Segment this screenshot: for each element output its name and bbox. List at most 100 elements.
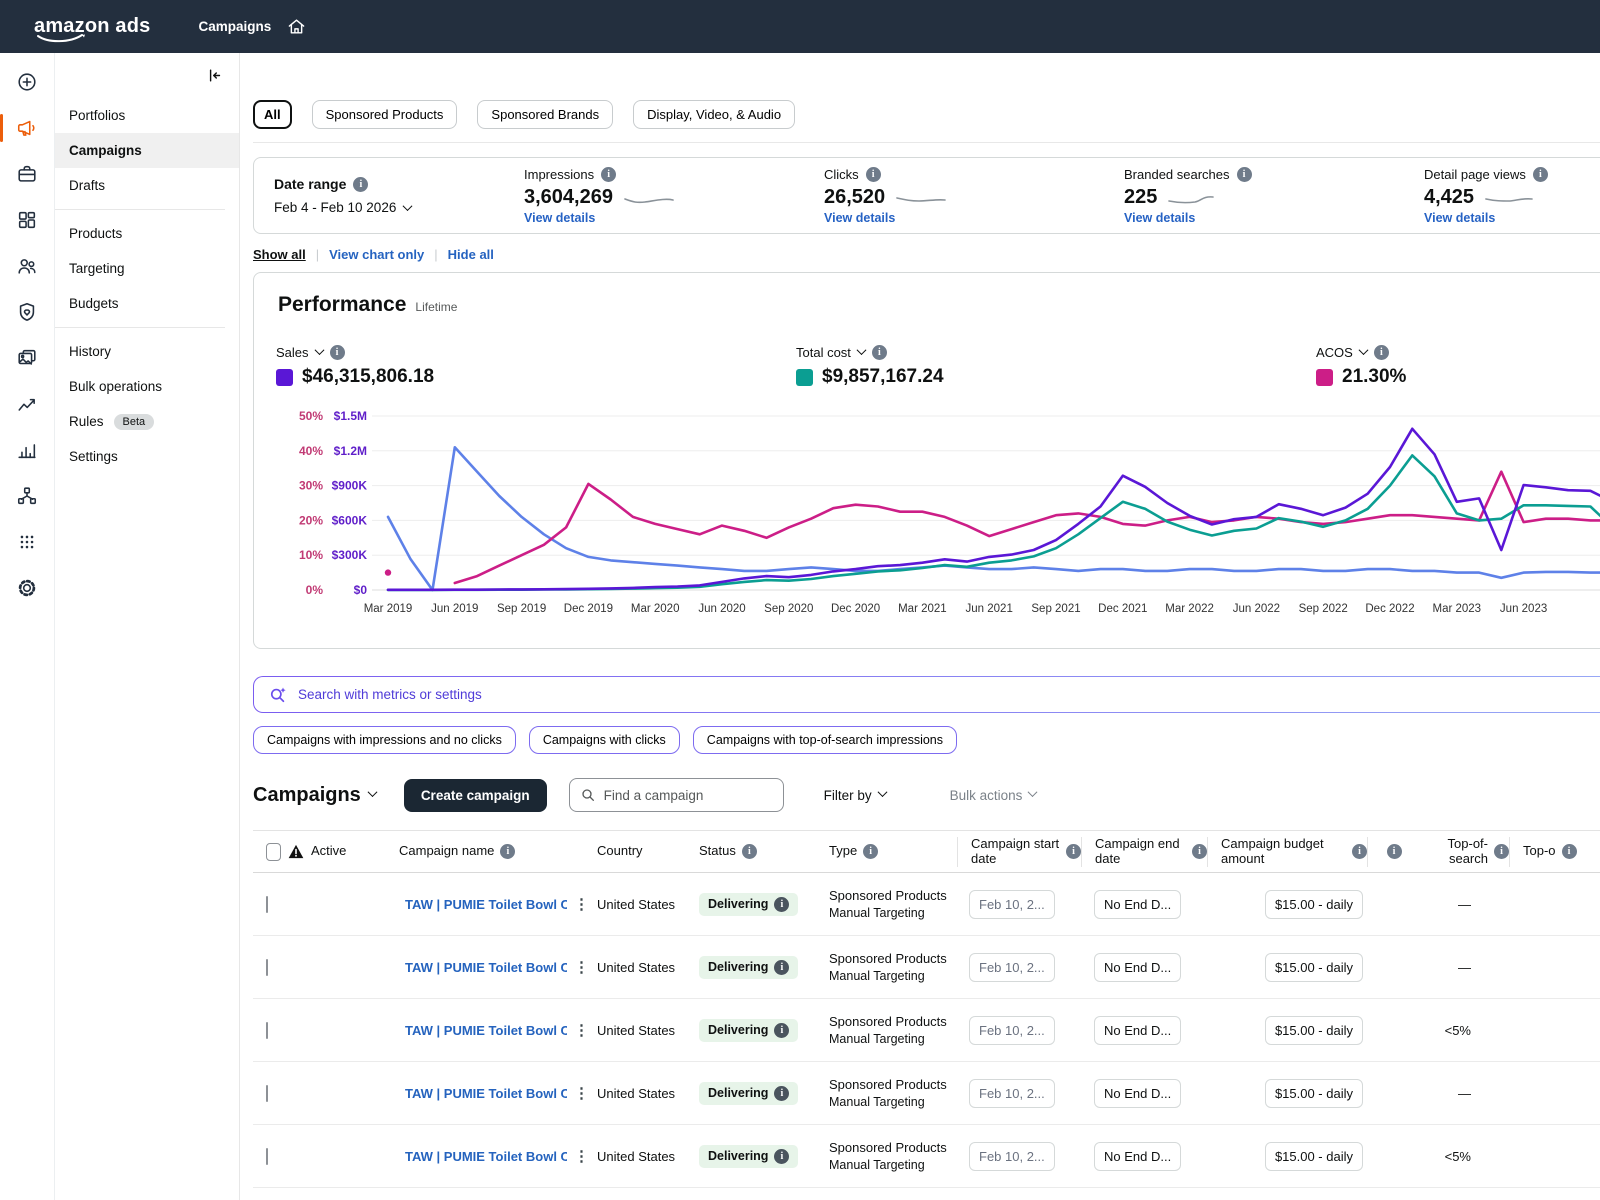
budget-box[interactable]: $15.00 - daily — [1265, 890, 1363, 919]
info-icon[interactable]: i — [500, 844, 515, 859]
view-chart-only-link[interactable]: View chart only — [329, 247, 424, 262]
sidebar-item-settings[interactable]: Settings — [55, 439, 239, 474]
tab-all[interactable]: All — [253, 100, 292, 129]
plus-circle-icon[interactable] — [0, 71, 55, 93]
sidebar-item-targeting[interactable]: Targeting — [55, 251, 239, 286]
info-icon[interactable]: i — [774, 1086, 789, 1101]
sidebar-item-bulk-operations[interactable]: Bulk operations — [55, 369, 239, 404]
date-range-picker[interactable]: Feb 4 - Feb 10 2026 — [274, 200, 524, 215]
legend-metric-dropdown[interactable]: Salesi — [276, 345, 434, 360]
kebab-menu-icon[interactable]: ⋮ — [574, 1149, 589, 1164]
info-icon[interactable]: i — [1494, 844, 1509, 859]
end-date-box[interactable]: No End D... — [1094, 1016, 1181, 1045]
collapse-sidebar-icon[interactable] — [55, 67, 239, 84]
sidebar-item-history[interactable]: History — [55, 334, 239, 369]
sidebar-item-drafts[interactable]: Drafts — [55, 168, 239, 203]
info-icon[interactable]: i — [774, 1149, 789, 1164]
budget-box[interactable]: $15.00 - daily — [1265, 953, 1363, 982]
home-icon[interactable] — [287, 17, 306, 36]
info-icon[interactable]: i — [872, 345, 887, 360]
info-icon[interactable]: i — [330, 345, 345, 360]
shield-heart-icon[interactable] — [0, 301, 55, 323]
tab-sponsored-brands[interactable]: Sponsored Brands — [477, 100, 613, 129]
kebab-menu-icon[interactable]: ⋮ — [574, 1023, 589, 1038]
info-icon[interactable]: i — [1192, 844, 1207, 859]
info-icon[interactable]: i — [1374, 345, 1389, 360]
filter-by-dropdown[interactable]: Filter by — [824, 788, 886, 803]
end-date-box[interactable]: No End D... — [1094, 890, 1181, 919]
sidebar-item-budgets[interactable]: Budgets — [55, 286, 239, 321]
legend-metric-dropdown[interactable]: ACOSi — [1316, 345, 1406, 360]
select-all-checkbox[interactable] — [266, 843, 281, 861]
create-campaign-button[interactable]: Create campaign — [404, 779, 547, 812]
campaign-name-link[interactable]: TAW | PUMIE Toilet Bowl Cle... — [405, 1086, 567, 1101]
end-date-box[interactable]: No End D... — [1094, 1142, 1181, 1171]
megaphone-icon[interactable] — [0, 117, 55, 139]
quick-filter-pill[interactable]: Campaigns with clicks — [529, 726, 680, 754]
quick-filter-pill[interactable]: Campaigns with top-of-search impressions — [693, 726, 957, 754]
sidebar-item-products[interactable]: Products — [55, 216, 239, 251]
campaign-name-link[interactable]: TAW | PUMIE Toilet Bowl Cle... — [405, 897, 567, 912]
row-checkbox[interactable] — [266, 1085, 268, 1102]
info-icon[interactable]: i — [1352, 844, 1367, 859]
bulk-actions-dropdown[interactable]: Bulk actions — [950, 788, 1037, 803]
campaign-name-link[interactable]: TAW | PUMIE Toilet Bowl Cle... — [405, 960, 567, 975]
sidebar-item-campaigns[interactable]: Campaigns — [55, 133, 239, 168]
view-details-link[interactable]: View details — [824, 211, 1124, 225]
info-icon[interactable]: i — [1562, 844, 1577, 859]
grid-icon[interactable] — [0, 209, 55, 231]
users-icon[interactable] — [0, 255, 55, 277]
info-icon[interactable]: i — [774, 1023, 789, 1038]
row-checkbox[interactable] — [266, 896, 268, 913]
view-details-link[interactable]: View details — [524, 211, 824, 225]
end-date-box[interactable]: No End D... — [1094, 1079, 1181, 1108]
network-icon[interactable] — [0, 485, 55, 507]
images-icon[interactable] — [0, 347, 55, 369]
find-campaign-input[interactable]: Find a campaign — [569, 778, 784, 812]
gear-icon[interactable] — [0, 577, 55, 599]
tab-sponsored-products[interactable]: Sponsored Products — [312, 100, 458, 129]
trend-line-icon[interactable] — [0, 393, 55, 415]
kebab-menu-icon[interactable]: ⋮ — [574, 960, 589, 975]
start-date-box[interactable]: Feb 10, 2... — [969, 953, 1055, 982]
info-icon[interactable]: i — [1533, 167, 1548, 182]
apps-grid-icon[interactable] — [0, 531, 55, 553]
budget-box[interactable]: $15.00 - daily — [1265, 1016, 1363, 1045]
start-date-box[interactable]: Feb 10, 2... — [969, 890, 1055, 919]
tab-display-video-audio[interactable]: Display, Video, & Audio — [633, 100, 795, 129]
campaign-name-link[interactable]: TAW | PUMIE Toilet Bowl Cle... — [405, 1149, 567, 1164]
row-checkbox[interactable] — [266, 959, 268, 976]
amazon-ads-logo[interactable]: amazon ads — [34, 15, 150, 38]
campaign-name-link[interactable]: TAW | PUMIE Toilet Bowl Cle... — [405, 1023, 567, 1038]
row-checkbox[interactable] — [266, 1022, 268, 1039]
briefcase-icon[interactable] — [0, 163, 55, 185]
kebab-menu-icon[interactable]: ⋮ — [574, 897, 589, 912]
start-date-box[interactable]: Feb 10, 2... — [969, 1016, 1055, 1045]
info-icon[interactable]: i — [774, 960, 789, 975]
info-icon[interactable]: i — [774, 897, 789, 912]
view-details-link[interactable]: View details — [1424, 211, 1600, 225]
start-date-box[interactable]: Feb 10, 2... — [969, 1142, 1055, 1171]
budget-box[interactable]: $15.00 - daily — [1265, 1079, 1363, 1108]
campaigns-heading[interactable]: Campaigns — [253, 784, 376, 807]
row-checkbox[interactable] — [266, 1148, 268, 1165]
view-details-link[interactable]: View details — [1124, 211, 1424, 225]
info-icon[interactable]: i — [601, 167, 616, 182]
end-date-box[interactable]: No End D... — [1094, 953, 1181, 982]
info-icon[interactable]: i — [1066, 844, 1081, 859]
info-icon[interactable]: i — [863, 844, 878, 859]
info-icon[interactable]: i — [1387, 844, 1402, 859]
start-date-box[interactable]: Feb 10, 2... — [969, 1079, 1055, 1108]
budget-box[interactable]: $15.00 - daily — [1265, 1142, 1363, 1171]
info-icon[interactable]: i — [353, 177, 368, 192]
legend-metric-dropdown[interactable]: Total costi — [796, 345, 944, 360]
sidebar-item-rules[interactable]: RulesBeta — [55, 404, 239, 439]
hide-all-link[interactable]: Hide all — [448, 247, 494, 262]
bar-chart-icon[interactable] — [0, 439, 55, 461]
ai-search-bar[interactable]: Search with metrics or settings — [253, 676, 1600, 713]
info-icon[interactable]: i — [742, 844, 757, 859]
show-all-link[interactable]: Show all — [253, 247, 306, 262]
sidebar-item-portfolios[interactable]: Portfolios — [55, 98, 239, 133]
quick-filter-pill[interactable]: Campaigns with impressions and no clicks — [253, 726, 516, 754]
info-icon[interactable]: i — [866, 167, 881, 182]
